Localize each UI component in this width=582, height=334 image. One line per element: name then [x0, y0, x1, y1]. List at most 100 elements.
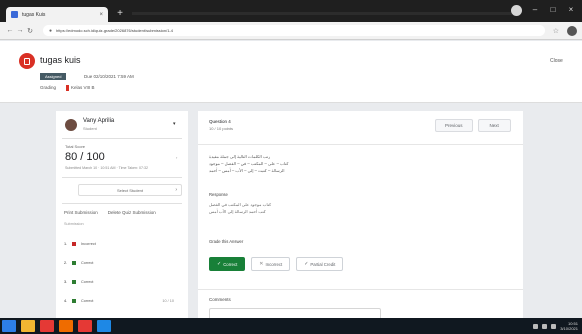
bookmark-star-icon[interactable]: ☆ — [553, 27, 559, 35]
partial-credit-button[interactable]: ✓ Partial Credit — [296, 257, 344, 271]
minimize-button[interactable]: – — [530, 5, 540, 15]
file-explorer-icon[interactable] — [21, 320, 35, 332]
profile-icon[interactable] — [511, 5, 522, 16]
check-icon: ✓ — [304, 261, 309, 267]
clock-date: 3/10/2021 — [560, 326, 578, 331]
next-button[interactable]: Next — [477, 119, 511, 132]
correct-label: Correct — [223, 261, 238, 267]
grade-options: ✓ Correct ✕ Incorrect ✓ Partial Credit — [209, 257, 344, 271]
question-row[interactable]: 4. Correct 10 / 10 — [64, 297, 184, 304]
system-tray: 10:51 3/10/2021 — [533, 321, 578, 331]
question-number: 2. — [64, 260, 68, 265]
page-title: tugas kuis — [40, 55, 81, 65]
chevron-right-icon[interactable]: › — [176, 155, 177, 160]
student-dropdown-icon[interactable]: ▾ — [173, 121, 176, 127]
submission-actions: Print Submission Delete Quiz Submission — [64, 210, 156, 215]
question-status: Incorrect — [81, 241, 96, 246]
correct-button[interactable]: ✓ Correct — [209, 257, 246, 271]
delete-submission-link[interactable]: Delete Quiz Submission — [108, 210, 156, 215]
print-submission-link[interactable]: Print Submission — [64, 210, 98, 215]
question-line: الرسالة – كتبت – إلى – الأب – أمس – أحمد — [209, 168, 285, 173]
question-number: 4. — [64, 298, 68, 303]
maximize-button[interactable]: □ — [548, 5, 558, 15]
due-date: Due 02/10/2021 7:59 AM — [84, 74, 134, 79]
divider — [198, 144, 523, 145]
back-button[interactable]: ← — [5, 27, 15, 34]
question-row[interactable]: 2. Correct — [64, 259, 184, 266]
response-text: كتاب موجود على المكتب في الفصل كتب أحمد … — [209, 201, 271, 215]
browser-tab[interactable]: tugas Kuis × — [6, 7, 108, 22]
incorrect-button[interactable]: ✕ Incorrect — [251, 257, 291, 271]
class-color-marker — [66, 85, 69, 91]
question-status: Correct — [81, 260, 94, 265]
select-student-label: Select Student — [116, 187, 144, 193]
windows-start-icon[interactable] — [2, 320, 16, 332]
clock[interactable]: 10:51 3/10/2021 — [560, 321, 578, 331]
volume-icon[interactable] — [542, 323, 548, 329]
submission-meta: Submitted March 10 · 10:51 AM · Time Tak… — [65, 166, 149, 170]
response-line: كتاب موجود على المكتب في الفصل — [209, 202, 272, 207]
total-score-label: Total Score — [65, 144, 86, 149]
question-panel: Question 4 10 / 10 points Previous Next … — [198, 111, 523, 330]
student-name: Vany Aprilia — [83, 118, 115, 124]
status-badge: Assigned — [40, 73, 67, 80]
response-label: Response — [209, 192, 228, 197]
student-panel: Vany Aprilia Student ▾ Total Score 80 / … — [56, 111, 188, 330]
previous-button[interactable]: Previous — [435, 119, 473, 132]
correct-marker-icon — [72, 260, 76, 265]
incorrect-marker-icon — [72, 241, 76, 246]
battery-icon[interactable] — [551, 323, 557, 329]
question-list: 1. Incorrect 2. Correct 3. Correct 4. Co… — [64, 240, 184, 316]
close-tab-icon[interactable]: × — [99, 12, 103, 18]
question-pager: Previous Next — [435, 119, 511, 132]
tab-title: tugas Kuis — [22, 11, 46, 18]
close-icon: ✕ — [259, 261, 264, 267]
app-icon-2[interactable] — [97, 320, 111, 332]
partial-credit-label: Partial Credit — [310, 261, 336, 267]
address-bar[interactable]: ● https://edmodo.sch.id/quiz-grade/20268… — [43, 25, 545, 36]
question-text: رتب الكلمات التالية إلى جملة مفيدة كتاب … — [209, 153, 489, 174]
close-window-button[interactable]: × — [566, 5, 576, 15]
chevron-right-icon: › — [175, 187, 177, 193]
response-line: كتب أحمد الرسالة إلى الأب أمس — [209, 209, 266, 214]
question-row[interactable]: 3. Correct — [64, 278, 184, 285]
browser-tab-strip: tugas Kuis × + – □ × — [0, 0, 582, 22]
chrome-icon[interactable] — [40, 320, 54, 332]
correct-marker-icon — [72, 298, 76, 303]
media-player-icon[interactable] — [59, 320, 73, 332]
question-number: 3. — [64, 279, 68, 284]
check-icon: ✓ — [217, 261, 222, 267]
correct-marker-icon — [72, 279, 76, 284]
account-avatar[interactable] — [567, 25, 577, 36]
class-name[interactable]: Kelas VIII B — [71, 85, 95, 90]
total-score-value: 80 / 100 — [65, 151, 105, 163]
forward-button[interactable]: → — [15, 27, 25, 34]
divider — [62, 177, 182, 178]
window-controls: – □ × — [511, 5, 576, 16]
incorrect-label: Incorrect — [265, 261, 283, 267]
tabstrip-bar — [132, 12, 512, 15]
browser-toolbar: ← → ↻ ● https://edmodo.sch.id/quiz-grade… — [0, 22, 582, 40]
select-student-button[interactable]: Select Student › — [78, 184, 182, 196]
question-points: 10 / 10 — [162, 298, 174, 303]
comments-label: Comments — [209, 297, 231, 302]
lock-icon: ● — [49, 27, 53, 34]
question-line: كتاب – على – المكتب – في – الفصل – موجود — [209, 161, 289, 166]
divider — [198, 289, 523, 290]
question-points: 10 / 10 points — [209, 126, 234, 131]
close-button[interactable]: Close — [550, 58, 563, 64]
new-tab-button[interactable]: + — [114, 9, 126, 20]
question-status: Correct — [81, 279, 94, 284]
app-icon[interactable] — [78, 320, 92, 332]
question-row[interactable]: 1. Incorrect — [64, 240, 184, 247]
divider — [62, 138, 182, 139]
url-text: https://edmodo.sch.id/quiz-grade/2026876… — [56, 28, 173, 33]
student-role: Student — [83, 126, 97, 131]
question-line: رتب الكلمات التالية إلى جملة مفيدة — [209, 154, 271, 159]
grade-label: Grade this Answer — [209, 239, 244, 244]
reload-button[interactable]: ↻ — [25, 27, 35, 35]
network-icon[interactable] — [533, 323, 539, 329]
assignment-icon — [19, 53, 35, 69]
grading-label: Grading — [40, 85, 57, 90]
student-avatar — [65, 119, 77, 131]
